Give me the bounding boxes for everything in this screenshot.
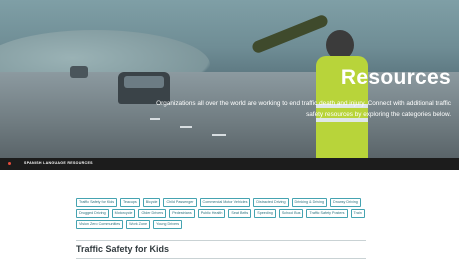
divider [76,258,366,259]
officer-arm [250,13,330,55]
category-button[interactable]: Older Drivers [138,209,167,218]
category-button[interactable]: Bicycle [142,198,161,207]
lane-marking [180,126,192,128]
category-button[interactable]: Motorcycle [111,209,136,218]
page-title: Resources [340,66,451,89]
spanish-resources-link[interactable]: SPANISH LANGUAGE RESOURCES [24,161,93,165]
category-button[interactable]: Teacups [120,198,140,207]
hero-description: Organizations all over the world are wor… [156,100,451,118]
subnav-bar: SPANISH LANGUAGE RESOURCES [0,158,459,170]
category-button[interactable]: Young Drivers [153,220,183,229]
category-button[interactable]: Distracted Driving [253,198,289,207]
category-button[interactable]: Drowsy Driving [330,198,361,207]
category-button[interactable]: Speeding [254,209,276,218]
category-button[interactable]: Train [350,209,365,218]
distant-car-image [70,66,88,78]
category-filter-list: Traffic Safety for Kids Teacups Bicycle Chi… [76,198,372,229]
category-button[interactable]: Child Passenger [163,198,197,207]
category-button[interactable]: Traffic Safety Posters [306,209,348,218]
lane-marking [212,134,226,136]
divider [76,240,366,241]
category-button[interactable]: Pedestrians [169,209,195,218]
section-title: Traffic Safety for Kids [76,244,170,254]
category-button[interactable]: Public Health [197,209,226,218]
category-button[interactable]: Commercial Motor Vehicles [199,198,251,207]
category-button[interactable]: Seat Belts [228,209,252,218]
subnav-marker-icon [8,162,11,165]
category-button[interactable]: Drugged Driving [76,209,109,218]
hero-banner: Resources Organizations all over the wor… [0,0,459,158]
category-button[interactable]: Vision Zero Communities [76,220,124,229]
category-button[interactable]: Drinking & Driving [291,198,328,207]
category-button[interactable]: Work Zone [126,220,151,229]
category-button[interactable]: Traffic Safety for Kids [76,198,118,207]
category-button[interactable]: School Bus [278,209,304,218]
